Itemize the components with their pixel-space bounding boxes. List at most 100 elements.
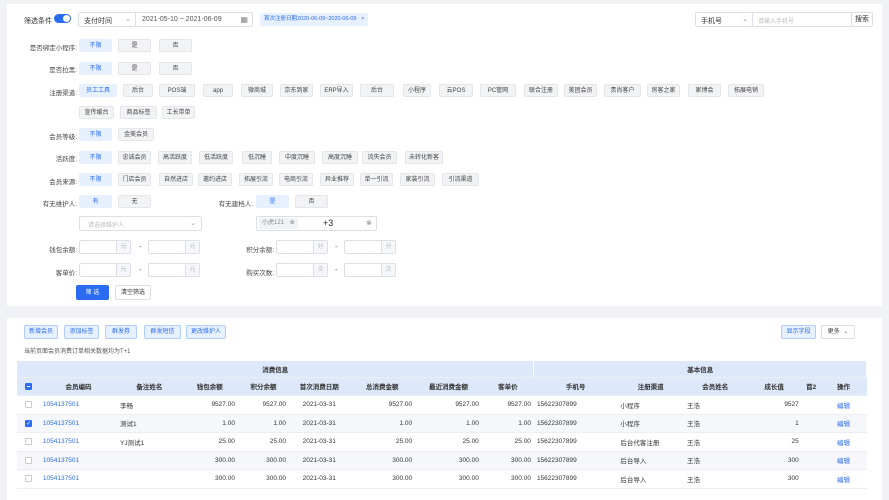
filter-option[interactable]: 不限 [79,128,112,141]
filter-option[interactable]: 后台 [123,84,153,97]
filter-option[interactable]: POS端 [159,84,195,97]
filter-option[interactable]: 高度沉睡 [322,151,358,164]
filter-option[interactable]: 京东到家 [280,84,313,97]
table-row[interactable]: 1054137501 李畅 9527.00 9527.00 2021-03-31 9527… [17,395,867,415]
filter-option[interactable]: 异业推荐 [320,173,354,186]
filter-option[interactable]: 联合注册 [524,84,558,97]
row-select-cell[interactable]: ✓ [17,414,40,433]
maintainer-select[interactable]: 请选择维护人 ⌄ [79,216,202,231]
filter-option[interactable]: 宣传缓台 [79,106,114,119]
table-row[interactable]: 1054137501 300.00 300.00 2021-03-31 300.00 30… [17,469,867,489]
filter-option[interactable]: 未转化新客 [405,151,444,164]
row-select-cell[interactable] [17,469,40,489]
filter-option[interactable]: 自然进店 [159,173,193,186]
buy-max-input[interactable]: 次 [344,263,396,277]
points-max-input[interactable]: 分 [344,240,396,254]
search-button[interactable]: 搜索 [851,12,873,27]
filter-option[interactable]: ERP导入 [320,84,353,97]
filter-option[interactable]: 是 [256,195,289,208]
clear-icon[interactable]: ⊗ [366,219,372,227]
close-icon[interactable]: ⊗ [290,220,295,226]
row-checkbox[interactable]: ✓ [24,419,32,427]
filter-option[interactable]: 否 [295,195,328,208]
filter-option[interactable]: 单一引流 [360,173,393,186]
member-code-link[interactable]: 1054137501 [39,395,118,415]
filter-option[interactable]: 不限 [79,151,112,164]
close-icon[interactable]: × [361,16,364,22]
row-checkbox[interactable] [24,475,32,483]
edit-link[interactable]: 编辑 [820,414,867,433]
filter-option[interactable]: 商品标签 [120,106,157,119]
filter-option[interactable]: 门店会员 [118,173,151,186]
filter-option[interactable]: PC管网 [480,84,516,97]
filter-option[interactable]: 高活跃度 [158,151,192,164]
filter-option[interactable]: 微商城 [241,84,273,97]
time-type-select[interactable]: 支付时间 ⌄ [78,12,136,27]
edit-link[interactable]: 编辑 [820,451,867,470]
wallet-min-input[interactable]: 元 [79,240,131,254]
filter-option[interactable]: 邀约进店 [198,173,232,186]
filter-option[interactable]: 拓展电销 [728,84,764,97]
filter-submit-button[interactable]: 筛 选 [76,285,109,300]
filter-option[interactable]: 后台 [360,84,394,97]
phone-type-select[interactable]: 手机号 ⌄ [695,12,753,27]
table-row[interactable]: ✓ 1054137501 测试1 1.00 1.00 2021-03-31 1.00 1.00… [17,414,867,433]
filter-option[interactable]: 电商引流 [279,173,313,186]
filter-option[interactable]: 云POS [439,84,473,97]
select-all-cell[interactable] [17,377,40,396]
table-row[interactable]: 1054137501 YJ测试1 25.00 25.00 2021-03-31 25.00… [17,432,867,452]
filter-option[interactable]: 否 [159,39,192,52]
date-range-picker[interactable]: 2021-05-10 ~ 2021-06-09 ▦ [135,12,253,27]
filter-option[interactable]: 忠诚会员 [118,151,151,164]
avg-max-input[interactable]: 元 [148,263,200,277]
row-select-cell[interactable] [17,432,40,452]
filter-option[interactable]: 员工工具 [79,84,117,97]
filter-option[interactable]: 家装引流 [400,173,435,186]
member-code-link[interactable]: 1054137501 [39,469,118,489]
avg-min-input[interactable]: 元 [79,263,131,277]
table-row[interactable]: 1054137501 300.00 300.00 2021-03-31 300.00 30… [17,451,867,470]
filter-option[interactable]: 低活跃度 [199,151,233,164]
phone-search-input[interactable]: 请输入手机号 [752,12,852,27]
send-coupon-button[interactable]: 群发券 [105,325,137,339]
filter-toggle-switch[interactable] [54,14,71,23]
edit-link[interactable]: 编辑 [820,432,867,452]
filter-option[interactable]: 低沉睡 [242,151,272,164]
row-checkbox[interactable] [24,456,32,464]
send-sms-button[interactable]: 群发短信 [144,325,181,339]
change-maintainer-button[interactable]: 更改维护人 [186,325,226,339]
date-filter-tag[interactable]: 首次注册日期2020-06-09~2020-06-09 × [260,13,369,26]
filter-option[interactable]: 不限 [79,39,112,52]
row-checkbox[interactable] [24,401,32,409]
filter-option[interactable]: 否 [159,62,192,75]
filter-option[interactable]: 金美会员 [118,128,154,141]
member-code-link[interactable]: 1054137501 [39,414,118,433]
filter-clear-button[interactable]: 清空筛选 [115,285,151,300]
filter-option[interactable]: 流失会员 [362,151,397,164]
filter-option[interactable]: 工长带单 [162,106,195,119]
edit-link[interactable]: 编辑 [820,469,867,489]
select-all-checkbox[interactable] [24,382,32,390]
builder-select[interactable]: 小虎121 ⊗ +3 ⊗ [256,216,377,231]
member-code-link[interactable]: 1054137501 [39,432,118,452]
filter-option[interactable]: 是 [118,62,151,75]
edit-link[interactable]: 编辑 [820,395,867,415]
filter-option[interactable]: 引流渠道 [442,173,479,186]
row-checkbox[interactable] [24,438,32,446]
row-select-cell[interactable] [17,451,40,470]
filter-option[interactable]: 有 [79,195,112,208]
filter-option[interactable]: 不限 [79,62,112,75]
filter-option[interactable]: 是 [118,39,151,52]
add-tag-button[interactable]: 添加标签 [64,325,99,339]
member-code-link[interactable]: 1054137501 [39,451,118,470]
filter-option[interactable]: 贵尚客户 [604,84,641,97]
filter-option[interactable]: 中度沉睡 [279,151,315,164]
filter-option[interactable]: 不限 [79,173,112,186]
wallet-max-input[interactable]: 元 [148,240,200,254]
filter-option[interactable]: app [203,84,233,97]
row-select-cell[interactable] [17,395,40,415]
points-min-input[interactable]: 分 [276,240,328,254]
show-fields-button[interactable]: 显示字段 [781,325,816,339]
filter-option[interactable]: 小程序 [403,84,431,97]
filter-option[interactable]: 美团会员 [564,84,597,97]
